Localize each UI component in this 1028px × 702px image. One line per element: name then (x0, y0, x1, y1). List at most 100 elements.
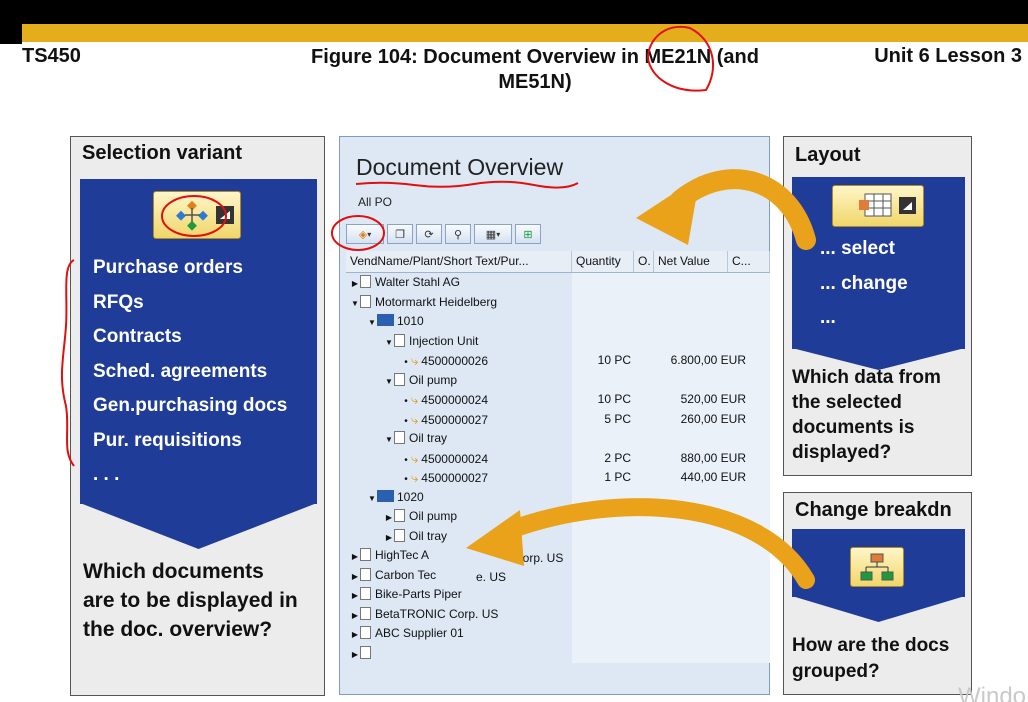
unit-cell (634, 448, 654, 468)
quantity-cell: 1 PC (572, 468, 634, 488)
row-text: 1020 (397, 489, 424, 504)
refresh-button[interactable]: ⟳ (416, 224, 442, 244)
layout-icon[interactable] (832, 185, 924, 227)
grid-header: VendName/Plant/Short Text/Pur... Quantit… (346, 251, 770, 273)
table-row[interactable]: • ⤷ 4500000024 2 PC 880,00 EUR (346, 448, 770, 468)
quantity-cell (572, 273, 634, 293)
selection-variant-icon[interactable] (153, 191, 241, 239)
row-text: Oil pump (409, 372, 458, 387)
col-header-currency[interactable]: C... (728, 251, 770, 272)
document-icon (360, 645, 371, 659)
collapsed-arrow-icon[interactable]: ▶ (384, 528, 394, 547)
quantity-cell: 5 PC (572, 409, 634, 429)
layout-button[interactable]: ▦ ▾ (474, 224, 512, 244)
col-header-unit[interactable]: O. (634, 251, 654, 272)
table-row[interactable]: ▶ Oil pump (346, 507, 770, 527)
collapsed-arrow-icon[interactable]: ▶ (350, 547, 360, 566)
currency-cell (748, 624, 770, 644)
collapsed-arrow-icon[interactable]: ▶ (350, 645, 360, 664)
document-icon (394, 333, 405, 347)
table-row[interactable]: ▶ Walter Stahl AG (346, 273, 770, 293)
col-header-name[interactable]: VendName/Plant/Short Text/Pur... (346, 251, 572, 272)
col-header-quantity[interactable]: Quantity (572, 251, 634, 272)
refresh-icon: ⟳ (424, 228, 434, 241)
net-value-cell (654, 429, 748, 449)
collapsed-arrow-icon[interactable]: ▶ (350, 625, 360, 644)
figure-title: Figure 104: Document Overview in ME21N (… (270, 45, 800, 95)
row-text: ABC Supplier 01 (375, 626, 464, 640)
table-row[interactable]: ▼ Motormarkt Heidelberg (346, 292, 770, 313)
expanded-arrow-icon[interactable]: ▼ (367, 313, 377, 332)
list-item: ... (820, 307, 836, 328)
table-row[interactable]: • ⤷ 4500000027 1 PC 440,00 EUR (346, 468, 770, 488)
expanded-arrow-icon[interactable]: ▼ (384, 430, 394, 449)
currency-cell (748, 390, 770, 410)
table-row[interactable]: ▼ Injection Unit (346, 331, 770, 352)
gold-header-bar (22, 24, 1028, 42)
table-row[interactable]: ▶ Bike-Parts Piper (346, 585, 770, 605)
unit-cell (634, 487, 654, 507)
document-icon (360, 294, 371, 308)
collapsed-arrow-icon[interactable]: ▶ (384, 508, 394, 527)
table-row[interactable]: ▶ Carbon Tec (346, 565, 770, 586)
quantity-cell (572, 546, 634, 566)
document-icon (360, 275, 371, 288)
copy-button[interactable]: ❐ (387, 224, 413, 244)
list-item: . . . (93, 464, 120, 485)
change-breakdown-panel: Change breakdn How are the docs grouped? (783, 492, 972, 695)
list-item: ... change (820, 272, 908, 294)
unit-cell (634, 565, 654, 585)
document-icon (394, 509, 405, 522)
quantity-cell (572, 429, 634, 449)
document-icon (394, 431, 405, 444)
currency-cell (748, 312, 770, 332)
binoculars-icon: ⚲ (453, 228, 463, 241)
grid-icon: ▦ (485, 228, 497, 241)
quantity-cell (572, 585, 634, 605)
find-button[interactable]: ⚲ (445, 224, 471, 244)
quantity-cell (572, 312, 634, 332)
list-item: ... select (820, 238, 895, 259)
net-value-cell: 260,00 EUR (654, 409, 748, 429)
quantity-cell (572, 643, 634, 663)
change-blue-arrow (792, 596, 965, 622)
net-value-cell: 880,00 EUR (654, 448, 748, 468)
unit-cell (634, 585, 654, 605)
collapsed-arrow-icon[interactable]: ▶ (350, 586, 360, 605)
expanded-arrow-icon[interactable]: ▼ (350, 294, 360, 313)
expanded-arrow-icon[interactable]: ▼ (384, 333, 394, 352)
col-header-net-value[interactable]: Net Value (654, 251, 728, 272)
plant-icon (377, 314, 394, 326)
red-toolbar-annotation (331, 215, 385, 251)
table-row[interactable]: ▶ ABC Supplier 01 (346, 624, 770, 644)
table-row[interactable]: ▶ BetaTRONIC Corp. US (346, 604, 770, 625)
collapsed-arrow-icon[interactable]: ▶ (350, 606, 360, 625)
bullet-icon: • (404, 454, 408, 466)
row-text: 4500000024 (421, 393, 489, 407)
plant-icon (377, 489, 394, 502)
net-value-cell (654, 507, 748, 527)
table-row[interactable]: ▼ Oil tray (346, 429, 770, 449)
expanded-arrow-icon[interactable]: ▼ (367, 489, 377, 508)
selection-variant-title: Selection variant (82, 142, 243, 164)
currency-cell (748, 468, 770, 488)
document-icon (360, 567, 371, 581)
unit-cell (634, 312, 654, 332)
change-breakdown-button[interactable]: ⊞ (515, 224, 541, 244)
expanded-arrow-icon[interactable]: ▼ (384, 372, 394, 391)
variant-label: All PO (358, 195, 393, 209)
row-text: 4500000027 (421, 412, 489, 427)
collapsed-arrow-icon[interactable]: ▶ (350, 567, 360, 586)
table-row[interactable]: ▼ 1020 (346, 487, 770, 508)
collapsed-arrow-icon[interactable]: ▶ (350, 274, 360, 293)
table-row[interactable]: • ⤷ 4500000024 10 PC 520,00 EUR (346, 390, 770, 410)
table-row[interactable]: ▶ Oil tray (346, 526, 770, 547)
layout-grid-icon (859, 193, 916, 217)
table-row[interactable]: ▼ Oil pump (346, 370, 770, 391)
change-breakdown-icon[interactable] (850, 547, 904, 587)
table-row[interactable]: • ⤷ 4500000026 10 PC 6.800,00 EUR (346, 351, 770, 371)
table-row[interactable]: ▼ 1010 (346, 312, 770, 332)
copy-icon: ❐ (395, 228, 405, 241)
table-row[interactable]: ▶ (346, 643, 770, 664)
table-row[interactable]: • ⤷ 4500000027 5 PC 260,00 EUR (346, 409, 770, 429)
